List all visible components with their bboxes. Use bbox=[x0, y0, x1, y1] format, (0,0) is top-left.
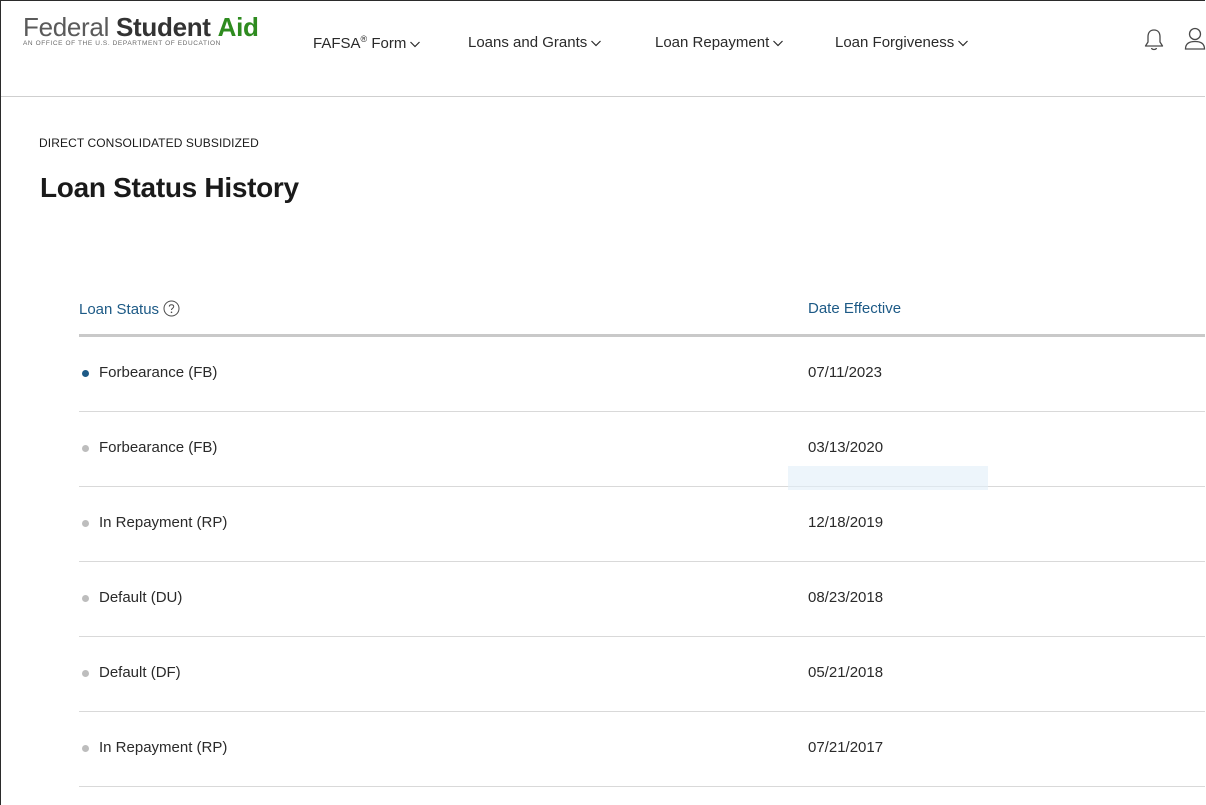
loan-status-cell: Default (DF) bbox=[99, 664, 181, 681]
nav-fafsa-label: FAFSA bbox=[313, 35, 361, 52]
help-icon[interactable] bbox=[163, 300, 180, 317]
status-current-dot bbox=[82, 370, 89, 377]
table-row: Forbearance (FB) 03/13/2020 bbox=[79, 412, 1205, 487]
status-dot bbox=[82, 670, 89, 677]
nav-loan-repayment[interactable]: Loan Repayment bbox=[655, 34, 784, 51]
date-effective-cell: 05/21/2018 bbox=[808, 664, 884, 681]
chevron-down-icon bbox=[958, 40, 969, 47]
fsa-logo[interactable]: Federal Student Aid An OFFICE of the U.S… bbox=[23, 12, 259, 47]
date-effective-cell: 03/13/2020 bbox=[808, 439, 884, 456]
nav-loan-forgiveness[interactable]: Loan Forgiveness bbox=[835, 34, 969, 51]
header-date-effective: Date Effective bbox=[808, 300, 902, 317]
table-header: Loan Status Date Effective bbox=[79, 290, 1205, 337]
chevron-down-icon bbox=[773, 40, 784, 47]
table-row: In Repayment (RP) 12/18/2019 bbox=[79, 466, 1205, 562]
status-dot bbox=[82, 745, 89, 752]
status-dot bbox=[82, 520, 89, 527]
table-row: Forbearance (FB) 07/11/2023 bbox=[79, 337, 1205, 412]
date-effective-cell: 07/11/2023 bbox=[808, 364, 882, 381]
loan-status-cell: In Repayment (RP) bbox=[99, 739, 228, 756]
logo-federal: Federal bbox=[23, 12, 110, 42]
tooltip-ghost bbox=[788, 466, 988, 490]
loan-status-table: Loan Status Date Effective Forbearance (… bbox=[79, 290, 1205, 787]
loan-status-cell: In Repayment (RP) bbox=[99, 514, 228, 531]
logo-student: Student bbox=[116, 12, 211, 42]
header-loan-status: Loan Status bbox=[79, 300, 180, 318]
nav-loan-forgiveness-label: Loan Forgiveness bbox=[835, 34, 955, 51]
loan-status-cell: Default (DU) bbox=[99, 589, 183, 606]
user-icon[interactable] bbox=[1184, 26, 1206, 52]
bell-icon[interactable] bbox=[1142, 27, 1166, 53]
nav-loans-grants-label: Loans and Grants bbox=[468, 34, 588, 51]
table-row: In Repayment (RP) 07/21/2017 bbox=[79, 712, 1205, 787]
date-effective-cell: 07/21/2017 bbox=[808, 739, 884, 756]
date-effective-cell: 12/18/2019 bbox=[808, 514, 884, 531]
nav-fafsa-form[interactable]: FAFSA® Form bbox=[313, 34, 421, 52]
logo-aid: Aid bbox=[217, 12, 259, 42]
loan-status-cell: Forbearance (FB) bbox=[99, 364, 218, 381]
site-header: Federal Student Aid An OFFICE of the U.S… bbox=[1, 1, 1206, 97]
status-dot bbox=[82, 445, 89, 452]
logo-wordmark: Federal Student Aid bbox=[23, 12, 259, 42]
nav-loans-and-grants[interactable]: Loans and Grants bbox=[468, 34, 602, 51]
chevron-down-icon bbox=[410, 41, 421, 48]
nav-fafsa-suffix: Form bbox=[367, 35, 407, 52]
chevron-down-icon bbox=[591, 40, 602, 47]
loan-status-cell: Forbearance (FB) bbox=[99, 439, 218, 456]
nav-loan-repayment-label: Loan Repayment bbox=[655, 34, 770, 51]
status-dot bbox=[82, 595, 89, 602]
table-row: Default (DU) 08/23/2018 bbox=[79, 562, 1205, 637]
page-title: Loan Status History bbox=[40, 172, 299, 203]
header-loan-status-label: Loan Status bbox=[79, 301, 160, 318]
loan-type-eyebrow: DIRECT CONSOLIDATED SUBSIDIZED bbox=[39, 136, 259, 150]
table-row: Default (DF) 05/21/2018 bbox=[79, 637, 1205, 712]
date-effective-cell: 08/23/2018 bbox=[808, 589, 884, 606]
